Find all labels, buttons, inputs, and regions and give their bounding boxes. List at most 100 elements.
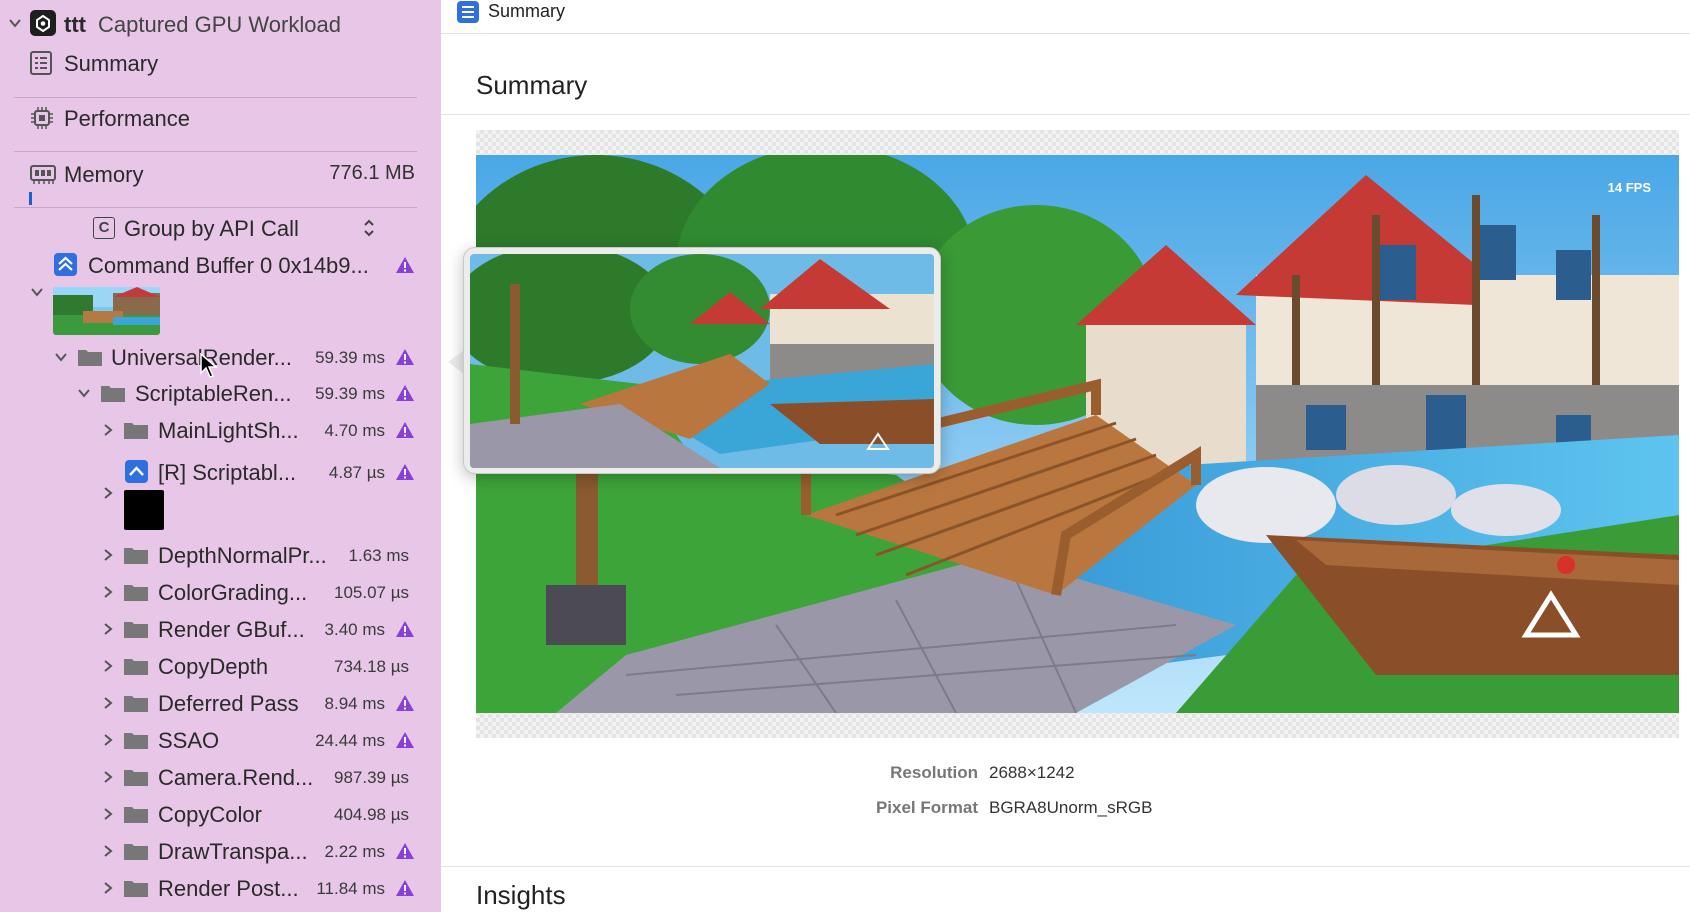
pixel-format-row: Pixel Format BGRA8Unorm_sRGB — [441, 798, 1690, 820]
group-by-selector[interactable]: C Group by API Call — [0, 211, 441, 245]
folder-icon — [123, 582, 149, 602]
chevron-right-icon[interactable] — [101, 844, 115, 858]
warning-icon[interactable] — [395, 694, 415, 712]
tree-row[interactable]: ScriptableRen... 59.39 ms — [0, 376, 441, 410]
workload-row[interactable]: ttt Captured GPU Workload — [0, 6, 441, 40]
warning-icon[interactable] — [395, 842, 415, 860]
insights-heading: Insights — [476, 880, 566, 910]
warning-icon[interactable] — [395, 384, 415, 402]
tree-row-label: Render GBuf... — [158, 617, 305, 642]
chevron-right-icon[interactable] — [101, 807, 115, 821]
tree-row[interactable]: Render GBuf... 3.40 ms — [0, 612, 441, 646]
warning-icon[interactable] — [395, 620, 415, 638]
tree-row-label: MainLightSh... — [158, 418, 299, 443]
tree-row-time: 3.40 ms — [324, 620, 385, 639]
tree-row-label: ScriptableRen... — [135, 381, 292, 406]
warning-icon[interactable] — [395, 256, 415, 274]
tree-row-time: 24.44 ms — [315, 731, 385, 750]
pixel-format-key: Pixel Format — [875, 798, 978, 817]
warning-icon[interactable] — [395, 879, 415, 897]
page-title: Summary — [476, 70, 588, 100]
pixel-format-value: BGRA8Unorm_sRGB — [989, 798, 1153, 817]
chevron-right-icon[interactable] — [101, 881, 115, 895]
tree-row-time: 987.39 µs — [333, 768, 409, 787]
command-buffer-row[interactable]: Command Buffer 0 0x14b9... — [0, 248, 441, 282]
tree-row-time: 404.98 µs — [333, 805, 409, 824]
tree-row[interactable]: DrawTranspa... 2.22 ms — [0, 834, 441, 868]
tree-row-time: 1.63 ms — [348, 546, 409, 565]
chevron-right-icon[interactable] — [101, 423, 115, 437]
tree-row-label: [R] Scriptabl... — [158, 460, 297, 485]
chevron-right-icon[interactable] — [101, 770, 115, 784]
tree-row[interactable]: CopyDepth 734.18 µs — [0, 649, 441, 683]
chevron-down-icon[interactable] — [8, 16, 22, 30]
chevron-down-icon[interactable] — [77, 386, 91, 400]
command-buffer-icon — [54, 253, 77, 276]
chip-icon — [30, 106, 54, 130]
tree-row-time: 59.39 ms — [315, 384, 385, 403]
tree-row-time: 8.94 ms — [324, 694, 385, 713]
folder-icon — [123, 804, 149, 824]
folder-icon — [123, 693, 149, 713]
tree-row-time: 105.07 µs — [333, 583, 409, 602]
warning-icon[interactable] — [395, 348, 415, 366]
tree-row-time: 2.22 ms — [324, 842, 385, 861]
tree-row-label: CopyDepth — [158, 654, 269, 679]
chevron-right-icon[interactable] — [101, 733, 115, 747]
tree-row-time: 4.70 ms — [324, 421, 385, 440]
chevron-down-icon[interactable] — [30, 285, 44, 299]
folder-icon — [123, 841, 149, 861]
warning-icon[interactable] — [395, 731, 415, 749]
chevron-right-icon[interactable] — [101, 548, 115, 562]
sidebar-item-summary[interactable]: Summary — [0, 46, 441, 80]
chevron-updown-icon[interactable] — [362, 218, 376, 238]
tree-row[interactable]: ColorGrading... 105.07 µs — [0, 575, 441, 609]
tree-row-label: DepthNormalPr... — [158, 543, 327, 568]
tree-row[interactable]: Camera.Rend... 987.39 µs — [0, 760, 441, 794]
pointer-icon — [200, 353, 218, 378]
tab-summary[interactable]: Summary — [488, 1, 565, 22]
tree-row[interactable]: Render Post... 11.84 ms — [0, 871, 441, 905]
attachment-thumbnail[interactable] — [124, 490, 164, 530]
list-icon — [30, 51, 52, 75]
chevron-right-icon[interactable] — [101, 486, 115, 500]
memory-value: 776.1 MB — [329, 162, 415, 184]
tree-row-label: ColorGrading... — [158, 580, 308, 605]
warning-icon[interactable] — [395, 421, 415, 439]
sidebar-item-performance[interactable]: Performance — [0, 101, 441, 135]
tree-row[interactable]: [R] Scriptabl... 4.87 µs — [0, 455, 441, 489]
group-icon: C — [93, 217, 115, 239]
tree-row-time: 11.84 ms — [316, 879, 385, 898]
group-by-label: Group by API Call — [124, 216, 299, 241]
resolution-key: Resolution — [890, 763, 978, 782]
folder-icon — [123, 878, 149, 898]
tree-row[interactable]: UniversalRender... 59.39 ms — [0, 340, 441, 374]
tree-row[interactable]: MainLightSh... 4.70 ms — [0, 413, 441, 447]
sidebar-item-label: Summary — [64, 51, 159, 76]
chevron-right-icon[interactable] — [101, 585, 115, 599]
workload-title: Captured GPU Workload — [98, 12, 341, 37]
folder-icon — [123, 619, 149, 639]
divider — [14, 151, 417, 152]
warning-icon[interactable] — [395, 463, 415, 481]
divider — [441, 866, 1690, 867]
sidebar-item-label: Performance — [64, 106, 190, 131]
frame-thumbnail[interactable] — [53, 287, 160, 335]
memory-icon — [30, 163, 56, 185]
divider — [441, 114, 1690, 115]
tree-row[interactable]: SSAO 24.44 ms — [0, 723, 441, 757]
chevron-right-icon[interactable] — [101, 696, 115, 710]
folder-icon — [77, 347, 103, 367]
tree-row[interactable]: DepthNormalPr... 1.63 ms — [0, 538, 441, 572]
list-icon — [457, 1, 479, 23]
divider — [14, 207, 417, 208]
chevron-right-icon[interactable] — [101, 622, 115, 636]
tree-row-label: Deferred Pass — [158, 691, 299, 716]
chevron-down-icon[interactable] — [54, 350, 68, 364]
tree-row-time: 734.18 µs — [333, 657, 409, 676]
chevron-right-icon[interactable] — [101, 659, 115, 673]
sidebar-item-memory[interactable]: Memory 776.1 MB — [0, 157, 441, 191]
tree-row[interactable]: Deferred Pass 8.94 ms — [0, 686, 441, 720]
app-icon — [30, 10, 56, 36]
tree-row[interactable]: CopyColor 404.98 µs — [0, 797, 441, 831]
